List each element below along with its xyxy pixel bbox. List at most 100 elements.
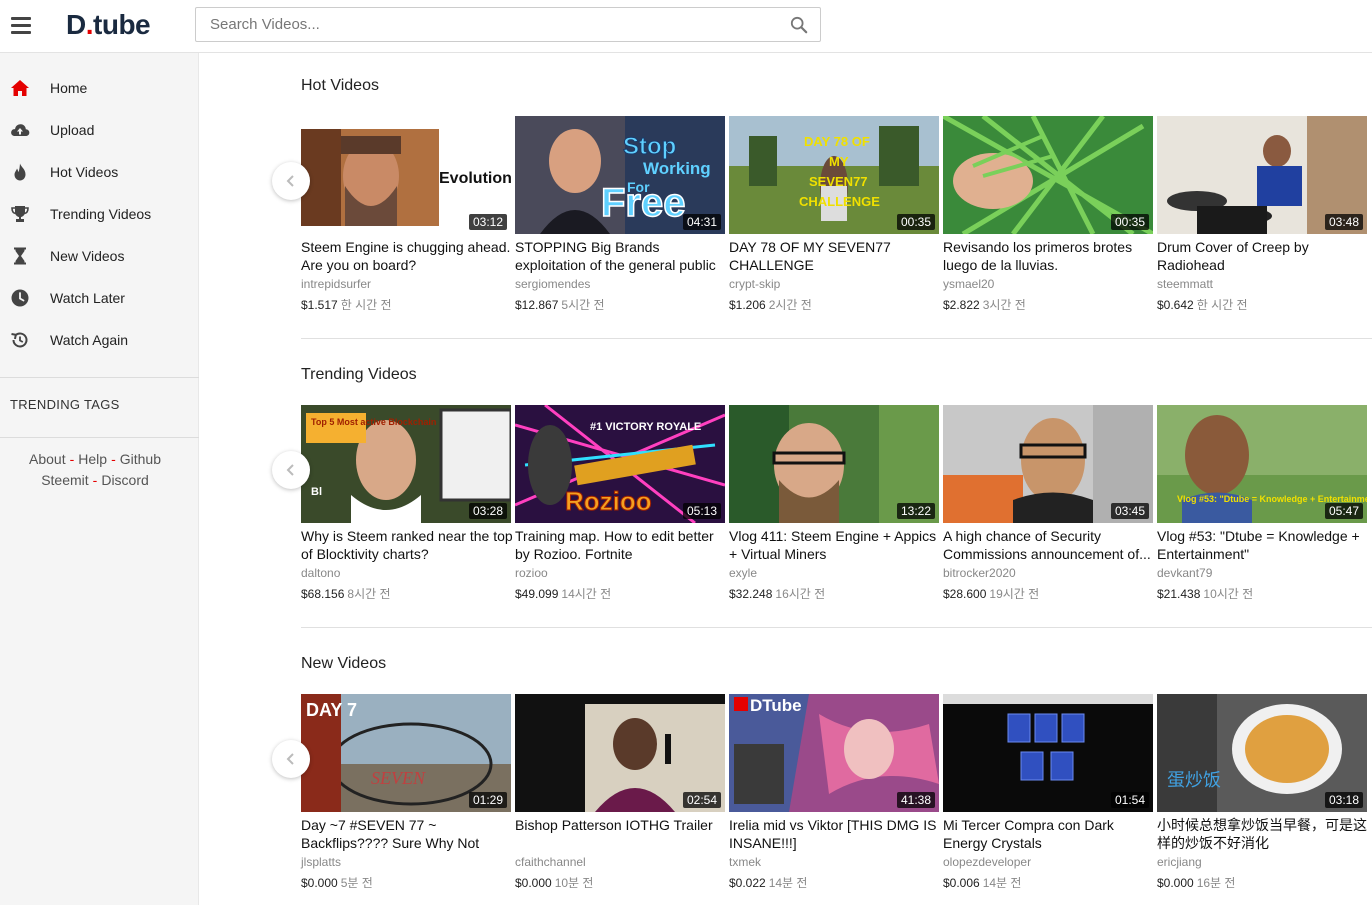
sidebar-item-trending-videos[interactable]: Trending Videos <box>0 194 199 234</box>
video-author[interactable]: exyle <box>729 566 757 580</box>
dtube-logo[interactable]: D.tube <box>66 9 151 41</box>
carousel-prev-button[interactable] <box>272 451 310 489</box>
github-link[interactable]: Github <box>120 451 161 467</box>
video-title[interactable]: Vlog 411: Steem Engine + Appics + Virtua… <box>729 527 941 563</box>
video-title[interactable]: Training map. How to edit better by Rozi… <box>515 527 727 563</box>
chevron-left-icon <box>286 175 294 187</box>
home-icon <box>11 80 29 96</box>
video-author[interactable]: sergiomendes <box>515 277 590 291</box>
video-title[interactable]: Mi Tercer Compra con Dark Energy Crystal… <box>943 816 1155 852</box>
video-title[interactable]: Vlog #53: "Dtube = Knowledge + Entertain… <box>1157 527 1369 563</box>
video-title[interactable]: Steem Engine is chugging ahead. Are you … <box>301 238 513 274</box>
video-title[interactable]: Irelia mid vs Viktor [THIS DMG IS INSANE… <box>729 816 941 852</box>
steemit-link[interactable]: Steemit <box>41 472 88 488</box>
discord-link[interactable]: Discord <box>101 472 148 488</box>
video-author[interactable]: olopezdeveloper <box>943 855 1031 869</box>
video-title[interactable]: DAY 78 OF MY SEVEN77 CHALLENGE <box>729 238 941 274</box>
video-thumbnail[interactable]: 蛋炒饭 03:18 <box>1157 694 1367 812</box>
video-payout: $32.248 <box>729 587 773 601</box>
video-thumbnail[interactable]: 13:22 <box>729 405 939 523</box>
separator: - <box>92 472 98 488</box>
video-time-ago: 8시간 전 <box>347 587 391 601</box>
sidebar-item-hot-videos[interactable]: Hot Videos <box>0 152 199 192</box>
video-author[interactable]: ysmael20 <box>943 277 994 291</box>
menu-icon[interactable] <box>11 17 31 35</box>
carousel-prev-button[interactable] <box>272 162 310 200</box>
video-duration: 03:48 <box>1324 214 1363 230</box>
video-thumbnail[interactable]: 01:54 <box>943 694 1153 812</box>
section-title-new-videos: New Videos <box>301 655 387 672</box>
video-thumbnail[interactable]: Stop Working For Free 04:31 <box>515 116 725 234</box>
video-meta: $0.022 14분 전 <box>729 874 807 891</box>
carousel-prev-button[interactable] <box>272 740 310 778</box>
video-thumbnail[interactable]: DAY 7 SEVEN 01:29 <box>301 694 511 812</box>
top-header: D.tube <box>0 0 1372 53</box>
video-title[interactable]: 小时候总想拿炒饭当早餐，可是这样的炒饭不好消化 <box>1157 816 1369 852</box>
thumbnail-overlay-text: DTube <box>750 696 802 715</box>
search-input[interactable] <box>196 8 766 41</box>
video-duration: 02:54 <box>682 792 721 808</box>
video-author[interactable]: steemmatt <box>1157 277 1213 291</box>
video-author[interactable]: txmek <box>729 855 761 869</box>
hourglass-icon <box>14 247 26 265</box>
video-author[interactable]: crypt-skip <box>729 277 780 291</box>
section-title-hot-videos: Hot Videos <box>301 77 379 94</box>
sidebar-item-upload[interactable]: Upload <box>0 110 199 150</box>
video-title[interactable]: Why is Steem ranked near the top of Bloc… <box>301 527 513 563</box>
video-title[interactable]: Drum Cover of Creep by Radiohead <box>1157 238 1369 274</box>
video-author[interactable]: daltono <box>301 566 340 580</box>
video-thumbnail[interactable]: DTube 41:38 <box>729 694 939 812</box>
video-title[interactable]: STOPPING Big Brands exploitation of the … <box>515 238 727 274</box>
section-divider <box>301 338 1372 339</box>
svg-text:SEVEN: SEVEN <box>371 768 426 788</box>
video-title[interactable]: Bishop Patterson IOTHG Trailer <box>515 816 727 834</box>
sidebar-item-new-videos[interactable]: New Videos <box>0 236 199 276</box>
sidebar: Home Upload Hot Videos Trending Videos N… <box>0 53 199 905</box>
video-title[interactable]: A high chance of Security Commissions an… <box>943 527 1155 563</box>
svg-text:Working: Working <box>643 159 711 178</box>
video-time-ago: 14분 전 <box>768 876 808 890</box>
video-title[interactable]: Day ~7 #SEVEN 77 ~ Backflips???? Sure Wh… <box>301 816 513 852</box>
video-author[interactable]: rozioo <box>515 566 548 580</box>
video-author[interactable]: ericjiang <box>1157 855 1202 869</box>
thumbnail-overlay-text: DAY 7 <box>306 700 357 720</box>
video-thumbnail[interactable]: DAY 78 OF MY SEVEN77 CHALLENGE 00:35 <box>729 116 939 234</box>
video-duration: 01:54 <box>1110 792 1149 808</box>
thumbnail-overlay-text: Evolution <box>439 170 511 187</box>
video-thumbnail[interactable]: Top 5 Most active Blockchain Bl 03:28 <box>301 405 511 523</box>
video-thumbnail[interactable]: Evolution 03:12 <box>301 116 511 234</box>
video-thumbnail[interactable]: 03:48 <box>1157 116 1367 234</box>
chevron-left-icon <box>286 753 294 765</box>
video-time-ago: 3시간 전 <box>982 298 1026 312</box>
video-author[interactable]: devkant79 <box>1157 566 1212 580</box>
sidebar-item-label: Watch Later <box>50 290 125 306</box>
search-icon[interactable] <box>790 16 808 34</box>
help-link[interactable]: Help <box>78 451 107 467</box>
video-thumbnail[interactable]: Vlog #53: "Dtube = Knowledge + Entertain… <box>1157 405 1367 523</box>
video-title[interactable]: Revisando los primeros brotes luego de l… <box>943 238 1155 274</box>
video-author[interactable]: cfaithchannel <box>515 855 586 869</box>
video-payout: $21.438 <box>1157 587 1201 601</box>
video-thumbnail[interactable]: #1 VICTORY ROYALE Rozioo 05:13 <box>515 405 725 523</box>
sidebar-item-home[interactable]: Home <box>0 68 199 108</box>
video-time-ago: 16분 전 <box>1196 876 1236 890</box>
sidebar-item-label: New Videos <box>50 248 125 264</box>
history-icon <box>11 332 28 348</box>
video-author[interactable]: bitrocker2020 <box>943 566 1016 580</box>
svg-text:CHALLENGE: CHALLENGE <box>799 194 880 209</box>
sidebar-item-watch-later[interactable]: Watch Later <box>0 278 199 318</box>
section-title-trending-videos: Trending Videos <box>301 366 417 383</box>
video-thumbnail[interactable]: 03:45 <box>943 405 1153 523</box>
sidebar-item-label: Watch Again <box>50 332 129 348</box>
about-link[interactable]: About <box>29 451 66 467</box>
video-author[interactable]: intrepidsurfer <box>301 277 371 291</box>
video-thumbnail[interactable]: 00:35 <box>943 116 1153 234</box>
video-thumbnail[interactable]: 02:54 <box>515 694 725 812</box>
flame-icon <box>14 163 26 181</box>
sidebar-item-watch-again[interactable]: Watch Again <box>0 320 199 360</box>
video-meta: $12.867 5시간 전 <box>515 296 605 313</box>
video-meta: $1.517 한 시간 전 <box>301 296 392 313</box>
video-author[interactable]: jlsplatts <box>301 855 341 869</box>
video-duration: 03:12 <box>468 214 507 230</box>
video-time-ago: 10분 전 <box>554 876 594 890</box>
